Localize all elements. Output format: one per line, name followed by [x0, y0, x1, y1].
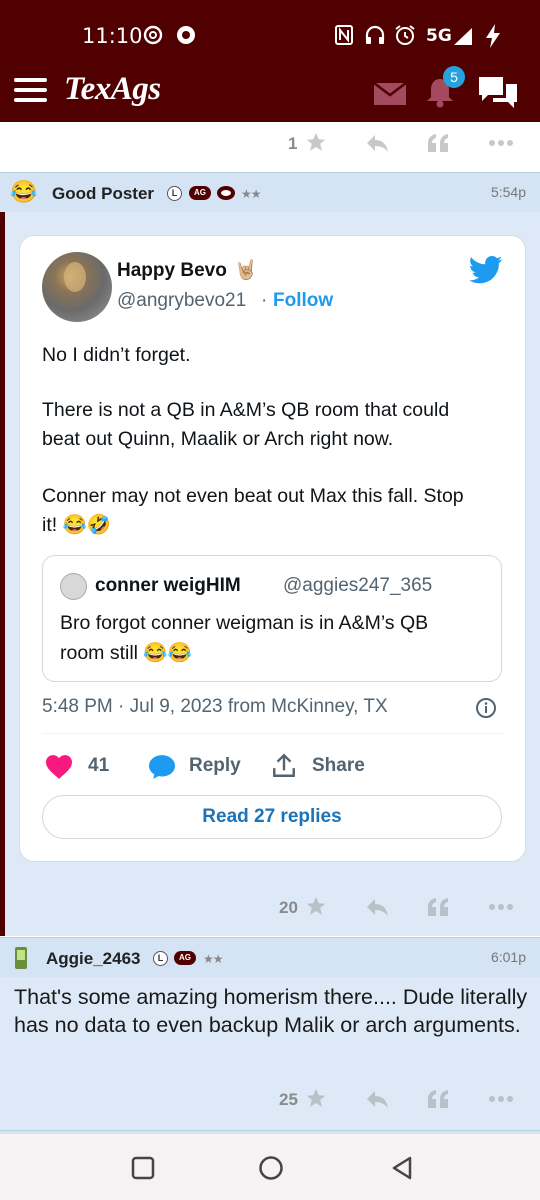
back-icon[interactable]	[390, 1155, 414, 1181]
reply-icon[interactable]	[365, 1089, 389, 1109]
team-logo-icon	[217, 186, 235, 200]
reply-icon[interactable]	[365, 897, 389, 917]
home-icon[interactable]	[258, 1155, 284, 1181]
nfc-icon	[335, 25, 353, 45]
tweet-handle[interactable]: @angrybevo21	[117, 290, 246, 312]
username[interactable]: Good Poster	[52, 184, 154, 204]
quoted-handle: @aggies247_365	[283, 575, 433, 596]
system-nav-bar	[0, 1134, 540, 1200]
quote-icon[interactable]	[427, 1089, 449, 1109]
texags-logo[interactable]: TexAgs	[64, 71, 161, 108]
post-header: 😂 Good Poster L AG ★★ 5:54p	[0, 172, 540, 212]
rank-stars: ★★	[241, 187, 261, 201]
twitter-bird-icon[interactable]	[469, 256, 503, 284]
star-icon[interactable]	[305, 895, 327, 917]
quoted-text: Bro forgot conner weigman is in A&M’s QB…	[60, 608, 480, 668]
notification-badge: 5	[443, 66, 465, 88]
tweet-text-line: Conner may not even beat out Max this fa…	[42, 485, 464, 507]
star-icon[interactable]	[305, 131, 327, 153]
tweet-display-name[interactable]: Happy Bevo	[117, 260, 227, 282]
menu-icon[interactable]	[14, 78, 47, 102]
reply-icon[interactable]	[365, 133, 389, 153]
status-bar: 11:10 5G	[0, 0, 540, 62]
info-icon[interactable]	[475, 697, 497, 719]
quoted-display-name: conner weigHIM	[95, 575, 241, 596]
reply-button[interactable]: Reply	[189, 755, 241, 777]
post-header: Aggie_2463 L AG ★★ 6:01p	[0, 937, 540, 977]
heart-icon[interactable]	[44, 754, 74, 780]
tweet-avatar[interactable]	[42, 252, 112, 322]
post-time: 6:01p	[490, 949, 526, 965]
quoted-avatar[interactable]	[60, 573, 87, 600]
separator-dot: ·	[261, 290, 268, 311]
signal-icon	[454, 28, 472, 45]
phone-avatar-icon	[15, 947, 27, 969]
rank-stars: ★★	[203, 952, 223, 966]
embedded-tweet[interactable]: Happy Bevo 🤘🏼 @angrybevo21 · Follow No I…	[19, 235, 526, 862]
star-count: 25	[279, 1090, 298, 1109]
quote-icon[interactable]	[427, 897, 449, 917]
user-avatar-emoji: 😂	[10, 179, 38, 204]
mail-icon[interactable]	[373, 82, 407, 106]
chrome-icon	[177, 26, 195, 44]
read-replies-button[interactable]: Read 27 replies	[42, 795, 502, 839]
ag-badge: AG	[189, 186, 211, 200]
rock-hand-emoji: 🤘🏼	[234, 260, 258, 281]
quoted-text-line: room still 😂😂	[60, 642, 192, 664]
chat-icon[interactable]	[476, 74, 520, 110]
star-icon[interactable]	[305, 1087, 327, 1109]
alarm-icon	[395, 25, 415, 45]
tweet-text-line: beat out Quinn, Maalik or Arch right now…	[42, 428, 394, 450]
quoted-tweet[interactable]: conner weigHIM @aggies247_365 Bro forgot…	[42, 555, 502, 682]
tweet-timestamp[interactable]: 5:48 PM · Jul 9, 2023 from McKinney, TX	[42, 696, 388, 718]
more-icon[interactable]	[488, 903, 514, 911]
threads-icon	[143, 25, 163, 45]
post-time: 5:54p	[490, 184, 526, 200]
follow-link[interactable]: Follow	[273, 290, 333, 312]
star-count: 20	[279, 898, 298, 917]
username[interactable]: Aggie_2463	[46, 949, 141, 969]
clock: 11:10	[82, 24, 143, 48]
tweet-text-line: There is not a QB in A&M’s QB room that …	[42, 399, 450, 421]
share-icon[interactable]	[271, 753, 297, 779]
letterman-badge: L	[167, 186, 182, 201]
app-header: TexAgs 5	[0, 62, 540, 122]
like-count: 41	[88, 755, 110, 776]
ag-badge: AG	[174, 951, 196, 965]
divider	[42, 733, 504, 734]
share-button[interactable]: Share	[312, 755, 365, 777]
battery-charging-icon	[486, 24, 500, 48]
headphones-icon	[365, 25, 385, 44]
quote-icon[interactable]	[427, 133, 449, 153]
tweet-text-line: No I didn’t forget.	[42, 344, 191, 366]
reply-indicator-bar	[0, 212, 5, 936]
tweet-text-line: it! 😂🤣	[42, 514, 112, 536]
recents-icon[interactable]	[131, 1156, 155, 1180]
more-icon[interactable]	[488, 139, 514, 147]
star-count: 1	[288, 134, 298, 153]
more-icon[interactable]	[488, 1095, 514, 1103]
post-text: That's some amazing homerism there.... D…	[14, 985, 528, 1037]
quoted-text-line: Bro forgot conner weigman is in A&M’s QB	[60, 612, 429, 634]
network-type: 5G	[426, 26, 452, 46]
reply-bubble-icon[interactable]	[147, 754, 177, 780]
letterman-badge: L	[153, 951, 168, 966]
